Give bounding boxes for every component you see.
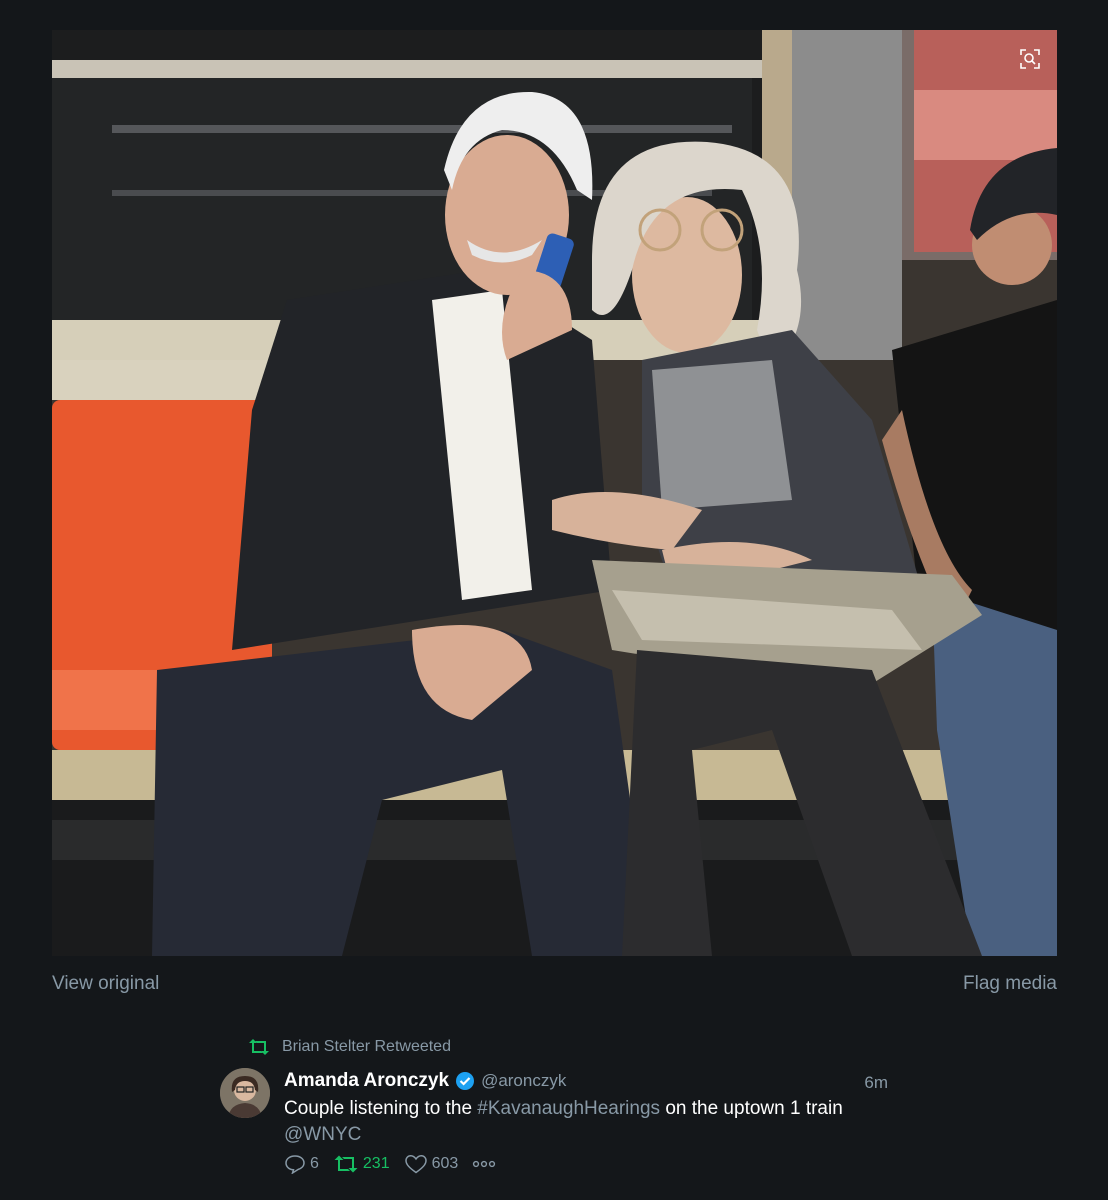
like-icon	[404, 1155, 427, 1174]
hashtag-link[interactable]: #KavanaughHearings	[477, 1098, 660, 1119]
retweet-context: Brian Stelter Retweeted	[248, 1038, 451, 1056]
tweet-time[interactable]: 6m	[864, 1073, 888, 1093]
zoom-icon	[1020, 49, 1040, 69]
retweet-icon	[249, 1039, 269, 1055]
tweet-text-part1: Couple listening to the	[284, 1098, 478, 1119]
zoom-button[interactable]	[1017, 46, 1043, 72]
tweet-text-part2: on the uptown 1 train	[660, 1098, 843, 1119]
verified-icon	[455, 1071, 475, 1091]
retweet-icon	[334, 1155, 358, 1173]
retweet-count: 231	[362, 1155, 390, 1172]
retweeted-by-text: Brian Stelter Retweeted	[282, 1038, 451, 1055]
reply-icon	[285, 1155, 305, 1174]
reply-count: 6	[310, 1155, 319, 1172]
tweet-header: Amanda Aronczyk @aronczyk	[284, 1070, 566, 1092]
avatar-image	[220, 1068, 270, 1118]
subway-couple-photo	[52, 30, 1057, 956]
view-original-link[interactable]: View original	[52, 972, 159, 996]
reply-button[interactable]: 6	[284, 1154, 319, 1174]
retweet-button[interactable]: 231	[333, 1155, 390, 1173]
like-button[interactable]: 603	[404, 1154, 459, 1174]
mention-link[interactable]: @WNYC	[284, 1124, 361, 1145]
tweet-text: Couple listening to the #KavanaughHearin…	[284, 1096, 874, 1148]
author-name[interactable]: Amanda Aronczyk	[284, 1070, 449, 1092]
avatar[interactable]	[220, 1068, 270, 1118]
author-handle[interactable]: @aronczyk	[481, 1071, 566, 1091]
tweet-photo[interactable]	[52, 30, 1057, 956]
more-button[interactable]	[472, 1160, 500, 1168]
like-count: 603	[431, 1155, 459, 1172]
more-icon	[473, 1160, 496, 1168]
flag-media-link[interactable]: Flag media	[963, 972, 1057, 996]
tweet-actions: 6 231 603	[284, 1154, 514, 1174]
